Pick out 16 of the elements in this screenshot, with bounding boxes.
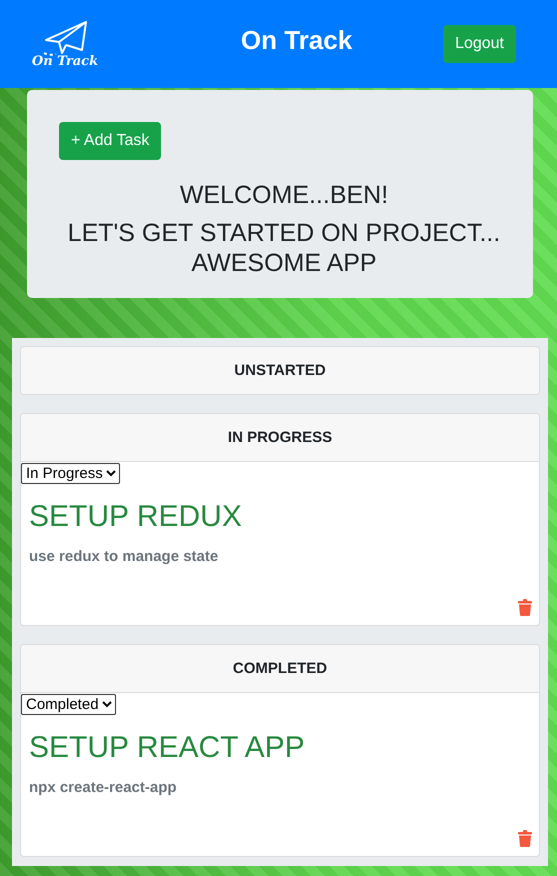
- column-title: COMPLETED: [21, 645, 539, 692]
- column-title: IN PROGRESS: [21, 414, 539, 461]
- logo-text: On Track: [32, 54, 98, 68]
- project-heading: LET'S GET STARTED ON PROJECT... AWESOME APP: [66, 218, 502, 278]
- column-title: UNSTARTED: [21, 347, 539, 394]
- task-description: npx create-react-app: [29, 779, 178, 796]
- status-select[interactable]: Completed: [21, 694, 116, 715]
- welcome-heading: WELCOME...BEN!: [178, 180, 390, 210]
- trash-icon[interactable]: [518, 830, 532, 847]
- status-select[interactable]: In Progress: [21, 463, 120, 484]
- task-title: SETUP REACT APP: [29, 731, 306, 765]
- app-title: On Track: [240, 24, 352, 56]
- task-title: SETUP REDUX: [29, 500, 243, 534]
- trash-icon[interactable]: [518, 599, 532, 616]
- task-description: use redux to manage state: [29, 548, 220, 565]
- paper-plane-icon: [42, 20, 88, 56]
